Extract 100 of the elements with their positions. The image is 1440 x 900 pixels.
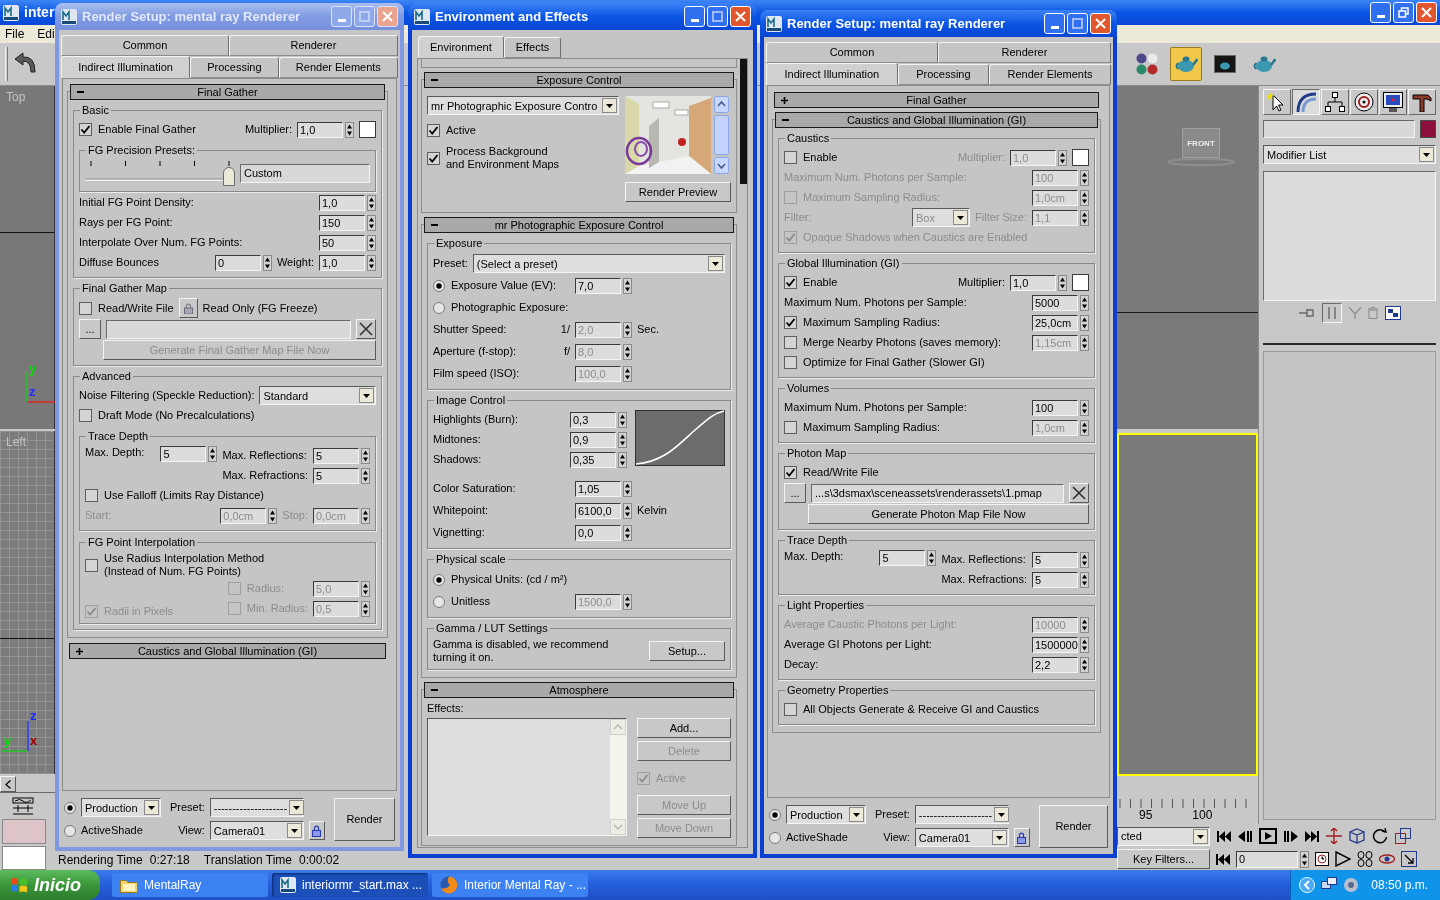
number-field[interactable]: 1,0: [319, 194, 365, 211]
spinner-arrows-icon[interactable]: [1300, 850, 1309, 868]
tab[interactable]: Indirect Illumination: [61, 56, 191, 78]
render-button[interactable]: Render: [333, 797, 395, 841]
action-button[interactable]: ...: [79, 319, 101, 339]
radio-button[interactable]: [433, 595, 445, 608]
clear-button[interactable]: [1069, 483, 1089, 503]
dropdown[interactable]: mr Photographic Exposure Contro: [427, 96, 619, 115]
checkbox[interactable]: [85, 489, 98, 502]
rollout-header[interactable]: Caustics and Global Illumination (GI): [775, 112, 1098, 128]
caret-down-icon[interactable]: [1419, 147, 1434, 162]
tab[interactable]: Render Elements: [989, 64, 1111, 85]
scroll-thumb[interactable]: [714, 115, 729, 155]
spinner-arrows-icon[interactable]: [1080, 399, 1089, 416]
number-field[interactable]: 0: [214, 254, 261, 271]
clear-button[interactable]: [356, 319, 376, 339]
spinner-arrows-icon[interactable]: [367, 194, 376, 211]
number-field[interactable]: 0,35: [570, 451, 616, 468]
scroll-up-icon[interactable]: [714, 96, 729, 113]
dropdown[interactable]: Production: [81, 798, 161, 817]
text-field[interactable]: Custom: [240, 163, 370, 183]
spinner-arrows-icon[interactable]: [1080, 314, 1089, 331]
dropdown[interactable]: Standard: [259, 386, 376, 405]
skip-end-icon[interactable]: [1305, 830, 1319, 842]
spinner-arrows-icon[interactable]: [361, 447, 370, 464]
checkbox[interactable]: [784, 356, 797, 369]
listener-field[interactable]: [2, 846, 46, 870]
caret-down-icon[interactable]: [991, 830, 1007, 845]
number-field[interactable]: 0,3: [570, 411, 616, 428]
spinner-arrows-icon[interactable]: [623, 365, 632, 382]
tab[interactable]: Render Elements: [278, 57, 398, 78]
key-filters-button[interactable]: Key Filters...: [1117, 849, 1210, 869]
number-field[interactable]: 5000: [1032, 294, 1078, 311]
orbit-icon[interactable]: [1372, 828, 1388, 844]
spinner-arrows-icon[interactable]: [1080, 571, 1089, 588]
skip-start-icon[interactable]: [1217, 830, 1231, 842]
eye-icon[interactable]: [1379, 853, 1395, 865]
caret-down-icon[interactable]: [994, 807, 1010, 822]
lock-button[interactable]: [178, 298, 198, 318]
move-arrows-icon[interactable]: [1326, 828, 1342, 844]
text-field[interactable]: ...s\3dsmax\sceneassets\renderassets\1.pmap: [811, 483, 1064, 503]
caret-down-icon[interactable]: [359, 388, 374, 403]
spinner-arrows-icon[interactable]: [1058, 149, 1067, 166]
number-field[interactable]: 25,0cm: [1032, 314, 1078, 331]
caret-down-icon[interactable]: [286, 823, 302, 838]
name-field[interactable]: [1263, 120, 1415, 138]
skip-start-icon[interactable]: [1216, 853, 1230, 865]
panel-tab[interactable]: [1292, 89, 1320, 115]
dropdown[interactable]: --------------------: [209, 798, 304, 817]
spinner-arrows-icon[interactable]: [1080, 189, 1089, 206]
render-button[interactable]: Render: [1038, 804, 1108, 848]
action-button[interactable]: ...: [784, 483, 806, 503]
spinner-arrows-icon[interactable]: [361, 467, 370, 484]
spinner-arrows-icon[interactable]: [367, 214, 376, 231]
radio-button[interactable]: [64, 824, 76, 837]
color-swatch[interactable]: [359, 121, 376, 138]
number-field[interactable]: 5: [1032, 551, 1078, 568]
checkbox[interactable]: [79, 301, 92, 315]
tab[interactable]: Processing: [897, 64, 990, 85]
dropdown[interactable]: Modifier List: [1263, 145, 1436, 164]
triangle-icon[interactable]: [1335, 851, 1351, 867]
rollout-header[interactable]: mr Photographic Exposure Control: [424, 217, 734, 233]
checkbox[interactable]: [784, 316, 797, 329]
play-icon[interactable]: [1259, 828, 1277, 844]
checkbox[interactable]: [784, 151, 797, 164]
tab[interactable]: Common: [61, 35, 229, 56]
step-back-icon[interactable]: [1238, 830, 1252, 842]
clock-icon[interactable]: [1315, 852, 1329, 866]
spinner-arrows-icon[interactable]: [623, 502, 632, 519]
menu-item[interactable]: File: [5, 27, 25, 41]
spinner-arrows-icon[interactable]: [345, 121, 354, 138]
step-forward-icon[interactable]: [1284, 830, 1298, 842]
tab[interactable]: Renderer: [228, 35, 398, 56]
scroll-left-button[interactable]: [0, 776, 16, 792]
curve-editor-icon[interactable]: [12, 797, 34, 815]
checkbox[interactable]: [427, 123, 440, 137]
number-field[interactable]: 0,9: [570, 431, 616, 448]
radio-button[interactable]: [433, 301, 445, 314]
rollout-header[interactable]: Exposure Control: [424, 72, 734, 88]
caret-down-icon[interactable]: [1193, 828, 1208, 844]
dropdown[interactable]: Camera01: [209, 821, 304, 840]
checkbox[interactable]: [784, 466, 797, 479]
caret-down-icon[interactable]: [602, 98, 617, 113]
radio-button[interactable]: [769, 808, 781, 821]
taskbar-button[interactable]: Interior Mental Ray - ...: [432, 873, 588, 897]
spinner-arrows-icon[interactable]: [1080, 294, 1089, 311]
dropdown[interactable]: Production: [786, 805, 866, 824]
listener-field[interactable]: [2, 819, 46, 844]
checkbox[interactable]: [784, 703, 797, 716]
plus-icon[interactable]: [76, 647, 83, 655]
spinner-arrows-icon[interactable]: [618, 431, 627, 448]
checkbox[interactable]: [79, 409, 92, 422]
spinner-arrows-icon[interactable]: [361, 600, 370, 617]
taskbar-button[interactable]: MentalRay: [112, 873, 268, 897]
render-preview-button[interactable]: Render Preview: [625, 182, 731, 202]
frame-field[interactable]: 0: [1236, 850, 1298, 868]
number-field[interactable]: 1,0: [319, 254, 365, 271]
number-field[interactable]: 1,05: [575, 480, 621, 497]
caret-down-icon[interactable]: [708, 256, 723, 271]
number-field[interactable]: 6100,0: [575, 502, 621, 519]
